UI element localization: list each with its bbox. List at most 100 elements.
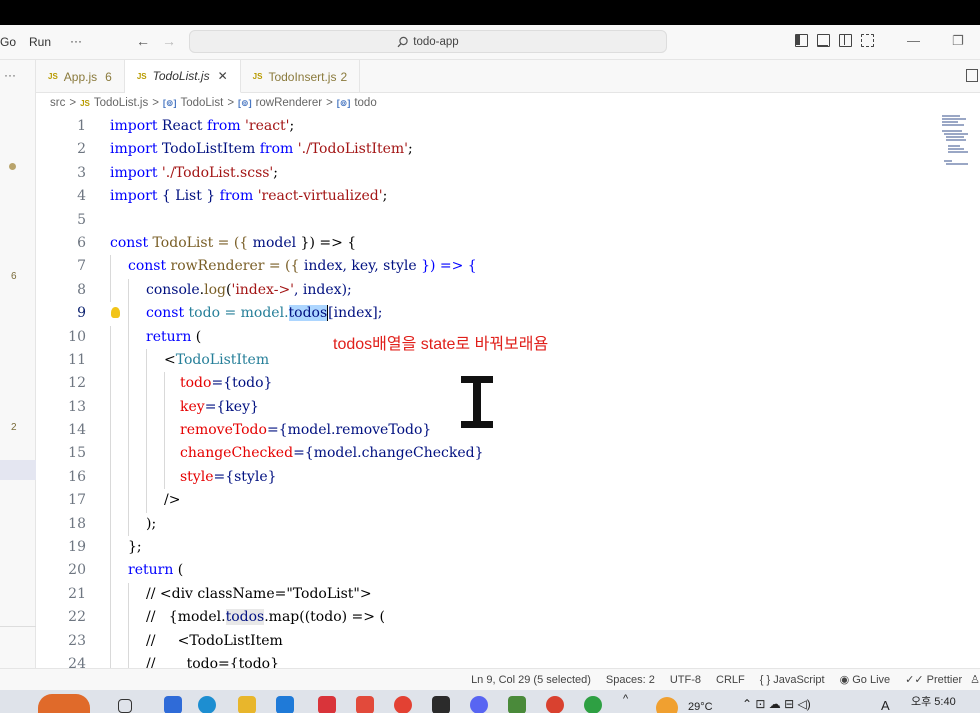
code-token: return — [128, 562, 174, 579]
indent-guide — [110, 582, 111, 607]
file-explorer-icon[interactable] — [238, 696, 256, 713]
widgets-icon[interactable] — [164, 696, 182, 713]
code-line[interactable]: 24 // todo={todo} — [36, 652, 980, 668]
toggle-panel-icon[interactable] — [817, 34, 830, 47]
indent-guide — [146, 395, 147, 420]
breadcrumb-separator: > — [69, 97, 77, 109]
symbol-variable-icon: [⊚] — [238, 97, 252, 108]
customize-layout-icon[interactable] — [861, 34, 874, 47]
status-prettier[interactable]: ✓✓ Prettier — [905, 673, 962, 686]
close-icon[interactable]: ✕ — [218, 69, 228, 83]
tray-icons[interactable]: ⌃ ⊡ ☁ ⊟ ◁) — [742, 697, 811, 711]
code-token: ={todo} — [211, 375, 273, 392]
notepad-icon[interactable] — [508, 696, 526, 713]
code-line-active[interactable]: 9 const todo = model.todos[index]; — [36, 302, 980, 326]
javascript-file-icon: JS — [252, 72, 263, 81]
code-token: const — [128, 258, 167, 275]
breadcrumb-todolist[interactable]: TodoList — [180, 97, 223, 109]
system-clock[interactable]: 오후 5:40 — [911, 693, 956, 709]
menu-go[interactable]: Go — [0, 35, 16, 49]
code-token: todo — [180, 375, 212, 392]
app-red-square-icon[interactable] — [356, 696, 374, 713]
code-line[interactable]: 16 style={style} — [36, 465, 980, 490]
code-line[interactable]: 18); — [36, 512, 980, 537]
code-line[interactable]: 7 const rowRenderer = ({ index, key, styl… — [36, 255, 980, 279]
selected-file-row[interactable] — [0, 460, 36, 480]
menu-more[interactable]: ··· — [70, 34, 82, 48]
code-token: model — [252, 234, 297, 251]
lightbulb-icon[interactable] — [111, 307, 120, 319]
symbol-variable-icon: [⊚] — [336, 97, 351, 108]
status-eol[interactable]: CRLF — [716, 674, 745, 686]
tab-todolist-js[interactable]: JS TodoList.js ✕ — [124, 60, 241, 93]
command-center-search[interactable]: todo-app — [189, 30, 667, 53]
toggle-primary-sidebar-icon[interactable] — [795, 34, 808, 47]
code-line[interactable]: 23 // <TodoListItem — [36, 629, 980, 653]
discord-icon[interactable] — [470, 696, 488, 713]
code-line[interactable]: 19}; — [36, 536, 980, 560]
line-number: 17 — [68, 492, 86, 509]
app-green-icon[interactable] — [584, 696, 602, 713]
edge-browser-icon[interactable] — [198, 696, 216, 713]
indent-guide — [164, 465, 165, 490]
sidebar-more-button[interactable]: ··· — [4, 68, 16, 82]
code-line[interactable]: 14 removeTodo={model.removeTodo} — [36, 419, 980, 443]
breadcrumb-src[interactable]: src — [50, 97, 65, 109]
breadcrumb-todo[interactable]: todo — [354, 97, 376, 109]
task-view-icon[interactable] — [118, 699, 132, 713]
split-editor-icon[interactable] — [966, 69, 978, 82]
indent-guide — [110, 372, 111, 396]
javascript-file-icon: JS — [136, 71, 147, 81]
tab-app-js[interactable]: JS App.js 6 — [36, 60, 125, 93]
restore-button[interactable]: ❐ — [952, 33, 964, 49]
code-line[interactable]: 20 return ( — [36, 559, 980, 583]
tab-todoinsert-js[interactable]: JS TodoInsert.js 2 — [241, 60, 361, 93]
ime-indicator[interactable]: A — [881, 698, 890, 713]
status-cursor-position[interactable]: Ln 9, Col 29 (5 selected) — [471, 674, 591, 686]
chrome-profile-icon[interactable] — [546, 696, 564, 713]
code-line[interactable]: 22 // {model.todos.map((todo) => ( — [36, 606, 980, 630]
code-line[interactable]: 1 import React from 'react'; — [36, 115, 980, 138]
code-editor[interactable]: src > JS TodoList.js > [⊚] TodoList > [⊚… — [36, 93, 980, 668]
forward-arrow-button[interactable]: → — [162, 33, 176, 49]
code-line[interactable]: 8 console.log('index->', index); — [36, 278, 980, 303]
code-line[interactable]: 15 changeChecked={model.changeChecked} — [36, 442, 980, 466]
code-line[interactable]: 2 import TodoListItem from './TodoListIte… — [36, 138, 980, 161]
breadcrumb-file[interactable]: TodoList.js — [94, 97, 148, 109]
editor-tabs: JS App.js 6 JS TodoList.js ✕ JS TodoInse… — [36, 60, 980, 93]
back-arrow-button[interactable]: ← — [136, 33, 150, 49]
indent-guide — [110, 536, 111, 560]
indent-guide — [128, 419, 129, 443]
status-indentation[interactable]: Spaces: 2 — [606, 674, 655, 686]
indent-guide — [128, 278, 129, 303]
chrome-browser-icon[interactable] — [394, 696, 412, 713]
terminal-icon[interactable] — [432, 696, 450, 713]
code-line[interactable]: 5 — [36, 209, 980, 232]
code-line[interactable]: 12 todo={todo} — [36, 372, 980, 396]
code-line[interactable]: 3 import './TodoList.scss'; — [36, 162, 980, 185]
overlay-annotation-text: todos배열을 state로 바꿔보래욤 — [333, 336, 549, 353]
code-line[interactable]: 21 // <div className="TodoList"> — [36, 582, 980, 607]
vscode-icon[interactable] — [276, 696, 294, 713]
tab-problem-count: 2 — [340, 69, 348, 84]
mascot-icon[interactable] — [38, 694, 90, 713]
code-line[interactable]: 13 key={key} — [36, 395, 980, 420]
status-encoding[interactable]: UTF-8 — [670, 674, 701, 686]
feedback-icon[interactable]: ♙ — [970, 673, 980, 686]
windows-taskbar: ^ 29°C ⌃ ⊡ ☁ ⊟ ◁) A 오후 5:40 — [0, 690, 980, 713]
indent-guide — [110, 278, 111, 303]
breadcrumb-rowrenderer[interactable]: rowRenderer — [256, 97, 322, 109]
code-line[interactable]: 17 /> — [36, 489, 980, 513]
line-number: 9 — [77, 305, 86, 322]
toggle-secondary-sidebar-icon[interactable] — [839, 34, 852, 47]
code-line[interactable]: 4 import { List } from 'react-virtualized… — [36, 185, 980, 208]
menu-run[interactable]: Run — [29, 35, 51, 49]
weather-temperature[interactable]: 29°C — [688, 701, 713, 713]
status-language[interactable]: { } JavaScript — [760, 674, 825, 686]
code-line[interactable]: 6 const TodoList = ({ model }) => { — [36, 232, 980, 255]
code-token: TodoList = ({ — [148, 234, 253, 251]
minimize-button[interactable]: — — [907, 33, 920, 48]
show-hidden-icons-chevron[interactable]: ^ — [623, 693, 628, 705]
status-go-live[interactable]: ◉ Go Live — [840, 673, 891, 686]
app-red-icon[interactable] — [318, 696, 336, 713]
